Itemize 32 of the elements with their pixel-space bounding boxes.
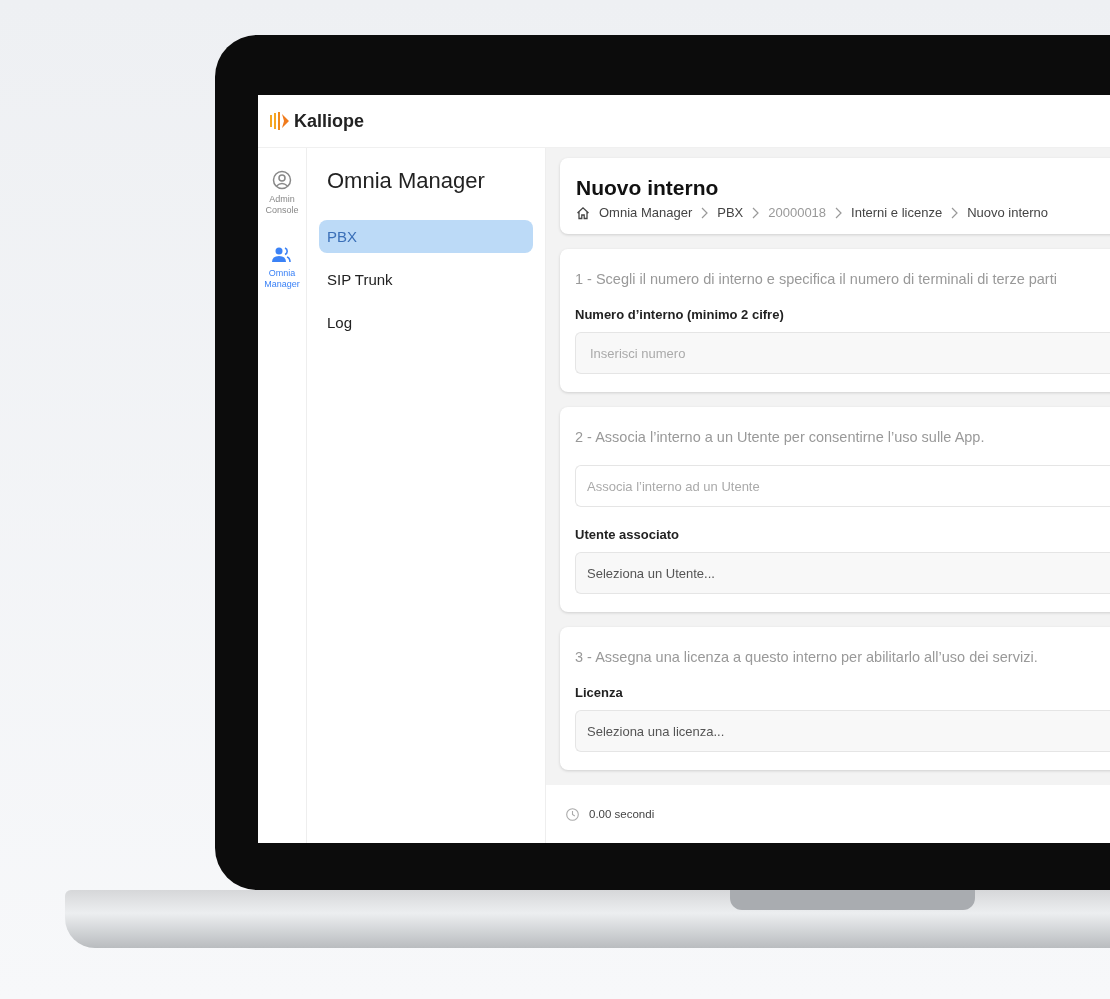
- breadcrumb-link[interactable]: PBX: [717, 205, 744, 220]
- breadcrumb-link[interactable]: Interni e licenze: [851, 205, 943, 220]
- select-field[interactable]: Seleziona un Utente...: [575, 552, 1110, 594]
- breadcrumb-link[interactable]: Nuovo interno: [967, 205, 1049, 220]
- rail-item[interactable]: Omnia Manager: [260, 246, 304, 290]
- section-heading: 3 - Assegna una licenza a questo interno per abilitarlo all’uso dei servizi.: [575, 649, 1039, 665]
- field-label: Licenza: [575, 685, 624, 700]
- chevron-right-icon: [835, 206, 843, 219]
- search-field[interactable]: Associa l’interno ad un Utente: [575, 465, 1110, 507]
- page-title: Nuovo interno: [576, 176, 720, 200]
- chevron-right-icon: [701, 206, 709, 219]
- logo-icon: [270, 112, 290, 130]
- logo-text: Kalliope: [294, 110, 364, 132]
- section-heading: 1 - Scegli il numero di interno e specifica il numero di terminali di terze parti: [575, 271, 1058, 287]
- nav-item[interactable]: PBX: [319, 220, 533, 253]
- chevron-right-icon: [951, 206, 959, 219]
- field-label: Utente associato: [575, 527, 681, 542]
- nav-item[interactable]: SIP Trunk: [319, 263, 533, 296]
- select-field[interactable]: Seleziona una licenza...: [575, 710, 1110, 752]
- chevron-right-icon: [752, 206, 760, 219]
- breadcrumb-link[interactable]: Omnia Manager: [599, 205, 693, 220]
- input-field[interactable]: Inserisci numero: [575, 332, 1110, 374]
- nav-title: Omnia Manager: [326, 168, 486, 194]
- timing-text: 0.00 secondi: [589, 808, 655, 820]
- clock-icon: [566, 807, 579, 821]
- field-label: Numero d’interno (minimo 2 cifre): [575, 307, 785, 322]
- nav-item[interactable]: Log: [319, 306, 533, 339]
- user-circle-icon: [272, 170, 292, 190]
- section-heading: 2 - Associa l’interno a un Utente per consentirne l’uso sulle App.: [575, 429, 986, 445]
- rail-item[interactable]: Admin Console: [260, 170, 304, 216]
- home-icon: [576, 205, 590, 220]
- users-icon: [272, 246, 292, 264]
